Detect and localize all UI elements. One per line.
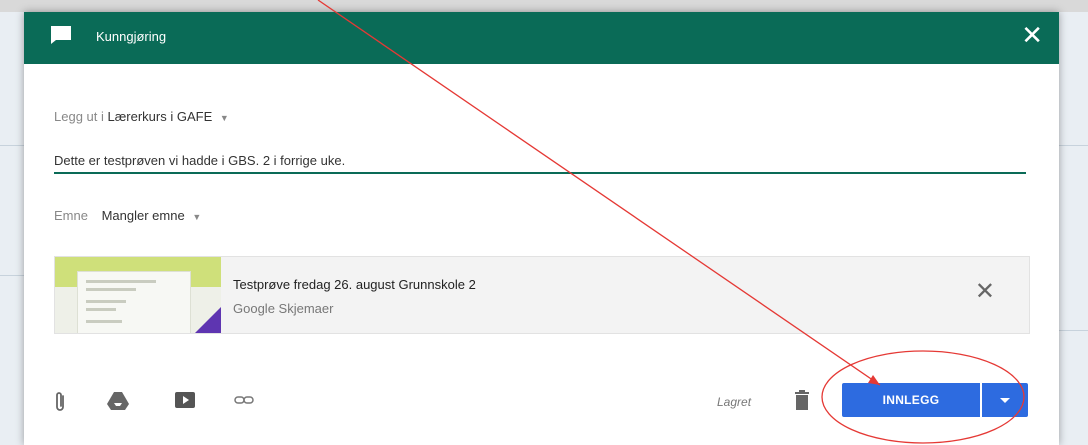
background-right: [1058, 12, 1088, 445]
delete-icon[interactable]: [794, 389, 810, 416]
close-icon[interactable]: ✕: [1021, 20, 1043, 50]
background-divider: [1058, 330, 1088, 331]
dropdown-arrow-icon: [1000, 397, 1010, 403]
background-topbar: [0, 0, 1088, 12]
background-divider: [0, 275, 24, 276]
post-to-selector[interactable]: Legg ut i Lærerkurs i GAFE ▼: [54, 109, 229, 124]
attach-file-icon[interactable]: [52, 390, 68, 419]
youtube-icon[interactable]: [174, 390, 196, 415]
announcement-text-field[interactable]: [54, 148, 1026, 174]
post-button[interactable]: INNLEGG: [842, 383, 980, 417]
announcement-icon: [50, 25, 72, 50]
post-to-value: Lærerkurs i GAFE: [107, 109, 213, 124]
dialog-title: Kunngjøring: [96, 29, 167, 44]
google-drive-icon[interactable]: [106, 390, 130, 417]
topic-label: Emne: [54, 208, 88, 223]
background-divider: [0, 145, 24, 146]
dialog-header: Kunngjøring ✕: [24, 12, 1059, 64]
saved-status: Lagret: [717, 395, 752, 409]
form-thumbnail: [55, 257, 221, 333]
background-divider: [1058, 145, 1088, 146]
post-options-button[interactable]: [982, 383, 1028, 417]
remove-attachment-icon[interactable]: ✕: [975, 279, 995, 305]
link-icon[interactable]: [234, 390, 254, 415]
topic-value: Mangler emne: [101, 208, 185, 223]
attachment-card[interactable]: Testprøve fredag 26. august Grunnskole 2…: [54, 256, 1030, 334]
topic-selector[interactable]: Emne Mangler emne ▼: [54, 208, 201, 223]
dropdown-arrow-icon: ▼: [219, 113, 229, 123]
attachment-title: Testprøve fredag 26. august Grunnskole 2: [233, 277, 476, 292]
dropdown-arrow-icon: ▼: [192, 212, 202, 222]
announcement-dialog: Kunngjøring ✕ Legg ut i Lærerkurs i GAFE…: [24, 12, 1059, 445]
post-to-label: Legg ut i: [54, 109, 104, 124]
attachment-type: Google Skjemaer: [233, 301, 334, 316]
background-left: [0, 12, 24, 445]
